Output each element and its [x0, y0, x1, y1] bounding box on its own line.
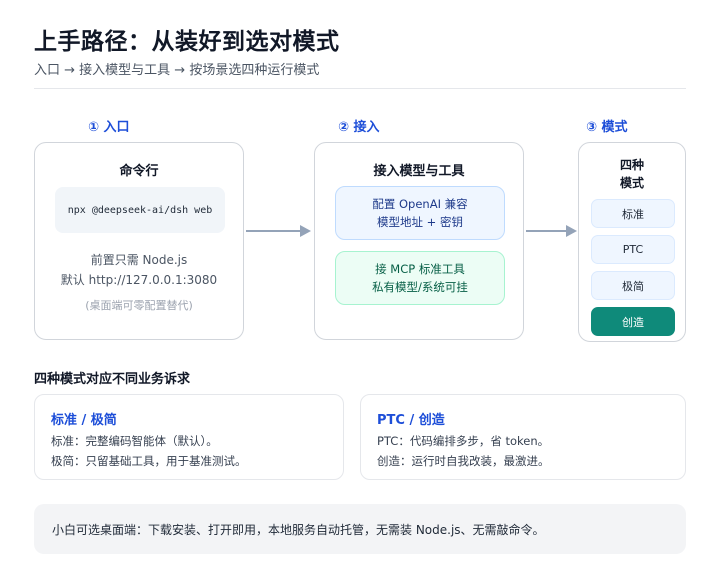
desktop-tip-text: 小白可选桌面端：下载安装、打开即用，本地服务自动托管，无需装 Node.js、无…	[52, 522, 545, 537]
entry-note: (桌面端可零配置替代)	[85, 299, 193, 312]
business-card-title: 标准 / 极简	[51, 413, 117, 428]
divider	[34, 88, 686, 89]
business-card-ptc-create: PTC / 创造 PTC：代码编排多步，省 token。 创造：运行时自我改装，…	[360, 394, 686, 480]
business-card-line: 极简：只留基础工具，用于基准测试。	[51, 454, 247, 468]
mcp-tools-box: 接 MCP 标准工具 私有模型/系统可挂	[335, 251, 505, 305]
business-section-heading: 四种模式对应不同业务诉求	[34, 372, 191, 387]
mcp-tools-line2: 私有模型/系统可挂	[372, 280, 468, 294]
entry-default-url: 默认 http://127.0.0.1:3080	[60, 273, 218, 287]
step-label-connect: ② 接入	[338, 120, 380, 135]
connect-card: 接入模型与工具 配置 OpenAI 兼容 模型地址 + 密钥 接 MCP 标准工…	[314, 142, 524, 340]
mode-create: 创造	[591, 307, 675, 336]
step-label-modes: ③ 模式	[586, 120, 628, 135]
business-card-line: 创造：运行时自我改装，最激进。	[377, 454, 550, 468]
mcp-tools-line1: 接 MCP 标准工具	[375, 262, 465, 276]
openai-config-line2: 模型地址 + 密钥	[377, 215, 463, 229]
arrow-right-icon	[246, 225, 311, 237]
openai-config-line1: 配置 OpenAI 兼容	[372, 197, 468, 211]
business-card-line: 标准：完整编码智能体（默认）。	[51, 434, 218, 448]
page-title: 上手路径：从装好到选对模式	[34, 29, 340, 55]
modes-card-title: 四种 模式	[579, 156, 685, 192]
entry-prereq: 前置只需 Node.js	[90, 253, 188, 267]
step-label-entry: ① 入口	[88, 120, 130, 135]
mode-minimal: 极简	[591, 271, 675, 300]
openai-config-box: 配置 OpenAI 兼容 模型地址 + 密钥	[335, 186, 505, 240]
business-card-title: PTC / 创造	[377, 413, 445, 428]
mode-ptc: PTC	[591, 235, 675, 264]
page-subtitle: 入口 → 接入模型与工具 → 按场景选四种运行模式	[34, 63, 320, 78]
entry-card: 命令行 npx @deepseek-ai/dsh web 前置只需 Node.j…	[34, 142, 244, 340]
business-card-standard-minimal: 标准 / 极简 标准：完整编码智能体（默认）。 极简：只留基础工具，用于基准测试…	[34, 394, 344, 480]
desktop-tip-banner: 小白可选桌面端：下载安装、打开即用，本地服务自动托管，无需装 Node.js、无…	[34, 504, 686, 554]
entry-card-title: 命令行	[119, 164, 159, 179]
business-card-line: PTC：代码编排多步，省 token。	[377, 434, 550, 448]
arrow-right-icon	[526, 225, 577, 237]
modes-card: 四种 模式 标准 PTC 极简 创造	[578, 142, 686, 342]
modes-title-line2: 模式	[619, 176, 644, 190]
command-snippet: npx @deepseek-ai/dsh web	[55, 187, 225, 233]
mode-standard: 标准	[591, 199, 675, 228]
connect-card-title: 接入模型与工具	[373, 164, 465, 179]
modes-title-line1: 四种	[619, 158, 644, 172]
